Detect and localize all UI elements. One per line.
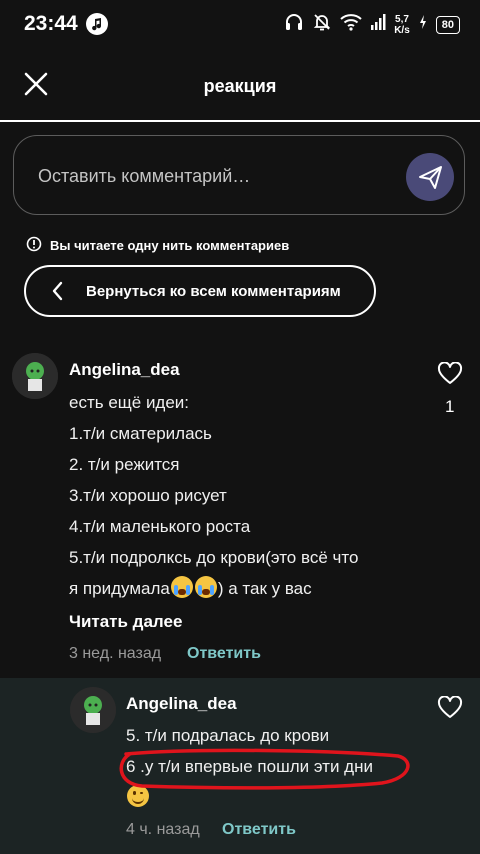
- comment-composer: [13, 135, 465, 215]
- comment-username[interactable]: Angelina_dea: [126, 694, 237, 714]
- read-more-link[interactable]: Читать далее: [69, 612, 182, 632]
- heart-icon[interactable]: [437, 695, 463, 720]
- net-speed-value: 5,7: [395, 13, 409, 25]
- net-speed-unit: K/s: [394, 24, 410, 36]
- heart-icon[interactable]: [437, 361, 463, 386]
- comment-input[interactable]: [36, 160, 380, 192]
- comment-line: я придумала ) а так у вас: [69, 573, 419, 604]
- reply-comment-item: Angelina_dea 5. т/и подралась до крови 6…: [0, 678, 480, 854]
- reply-button[interactable]: Ответить: [187, 645, 261, 663]
- page-title: реакция: [203, 76, 277, 96]
- like-count: 1: [445, 397, 455, 416]
- crying-emoji-icon: [194, 576, 217, 598]
- comment-line: 2. т/и режится: [69, 455, 180, 474]
- status-bar: 23:44 5,7 K/s 80: [0, 0, 480, 50]
- comment-timestamp: 3 нед. назад: [69, 645, 162, 662]
- avatar[interactable]: [70, 687, 116, 733]
- comment-username[interactable]: Angelina_dea: [69, 360, 180, 380]
- comment-line: есть ещё идеи:: [69, 393, 190, 412]
- status-icons: 5,7 K/s 80: [284, 12, 460, 37]
- top-app-bar: реакция: [0, 50, 480, 120]
- network-speed: 5,7 K/s: [394, 14, 410, 36]
- comment-line-part: ) а так у вас: [217, 579, 312, 598]
- back-to-all-comments-button[interactable]: Вернуться ко всем комментариям: [24, 265, 376, 317]
- crying-emoji-icon: [170, 576, 193, 598]
- headphones-icon: [284, 12, 304, 37]
- send-icon: [419, 166, 442, 189]
- header-divider: [0, 120, 480, 122]
- comment-line: 1.т/и сматерилась: [69, 424, 212, 443]
- battery-indicator: 80: [435, 15, 460, 34]
- signal-icon: [370, 13, 386, 36]
- back-button-label: Вернуться ко всем комментариям: [86, 283, 341, 300]
- comment-line: 3.т/и хорошо рисует: [69, 486, 227, 505]
- mute-bell-icon: [312, 12, 332, 37]
- comment-body: есть ещё идеи: 1.т/и сматерилась 2. т/и …: [69, 387, 419, 604]
- highlight-circle: [119, 748, 410, 790]
- chevron-left-icon: [51, 281, 65, 301]
- avatar[interactable]: [12, 353, 58, 399]
- reply-button[interactable]: Ответить: [222, 821, 296, 839]
- comment-item: Angelina_dea есть ещё идеи: 1.т/и сматер…: [0, 345, 480, 677]
- music-icon: [86, 13, 108, 35]
- info-icon: [26, 236, 42, 255]
- status-time: 23:44: [24, 12, 78, 35]
- comment-timestamp: 4 ч. назад: [126, 821, 200, 838]
- thread-info: Вы читаете одну нить комментариев: [26, 236, 289, 255]
- send-button[interactable]: [406, 153, 454, 201]
- thread-info-text: Вы читаете одну нить комментариев: [50, 238, 290, 253]
- battery-saver-icon: [418, 14, 428, 35]
- comment-line: 4.т/и маленького роста: [69, 517, 251, 536]
- comment-line: 5.т/и подролксь до крови(это всё что: [69, 548, 359, 567]
- comment-line-part: я придумала: [69, 579, 170, 598]
- wifi-icon: [340, 13, 362, 36]
